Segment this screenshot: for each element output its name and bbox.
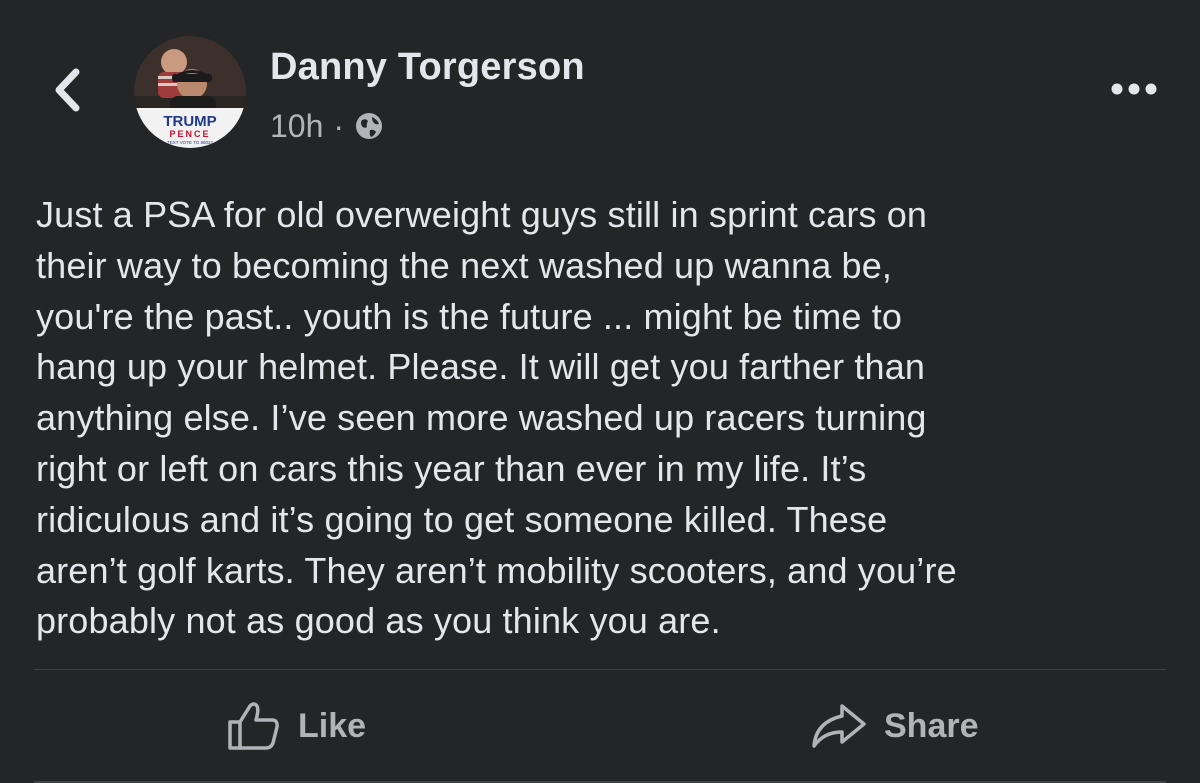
post-body: Just a PSA for old overweight guys still… [36,194,957,642]
globe-icon [354,111,384,141]
more-dots-icon [1111,83,1157,95]
meta-separator: · [333,107,345,144]
avatar[interactable]: TRUMP PENCE TEXT VOTE TO 88022 [134,36,246,148]
author-name[interactable]: Danny Torgerson [270,46,585,89]
post-timestamp[interactable]: 10h [270,108,323,145]
chevron-left-icon [55,68,80,112]
share-button[interactable]: Share [810,690,979,762]
thumbs-up-icon [226,700,282,752]
badge-line3: TEXT VOTE TO 88022 [167,140,214,145]
divider [34,669,1166,670]
share-label: Share [884,706,979,745]
badge-line2: PENCE [169,129,210,139]
share-arrow-icon [810,702,868,750]
more-options-button[interactable] [1104,74,1164,104]
like-button[interactable]: Like [226,690,366,762]
back-button[interactable] [44,62,90,118]
badge-line1: TRUMP [163,113,216,130]
post-meta: 10h · [270,106,384,146]
like-label: Like [298,706,367,745]
